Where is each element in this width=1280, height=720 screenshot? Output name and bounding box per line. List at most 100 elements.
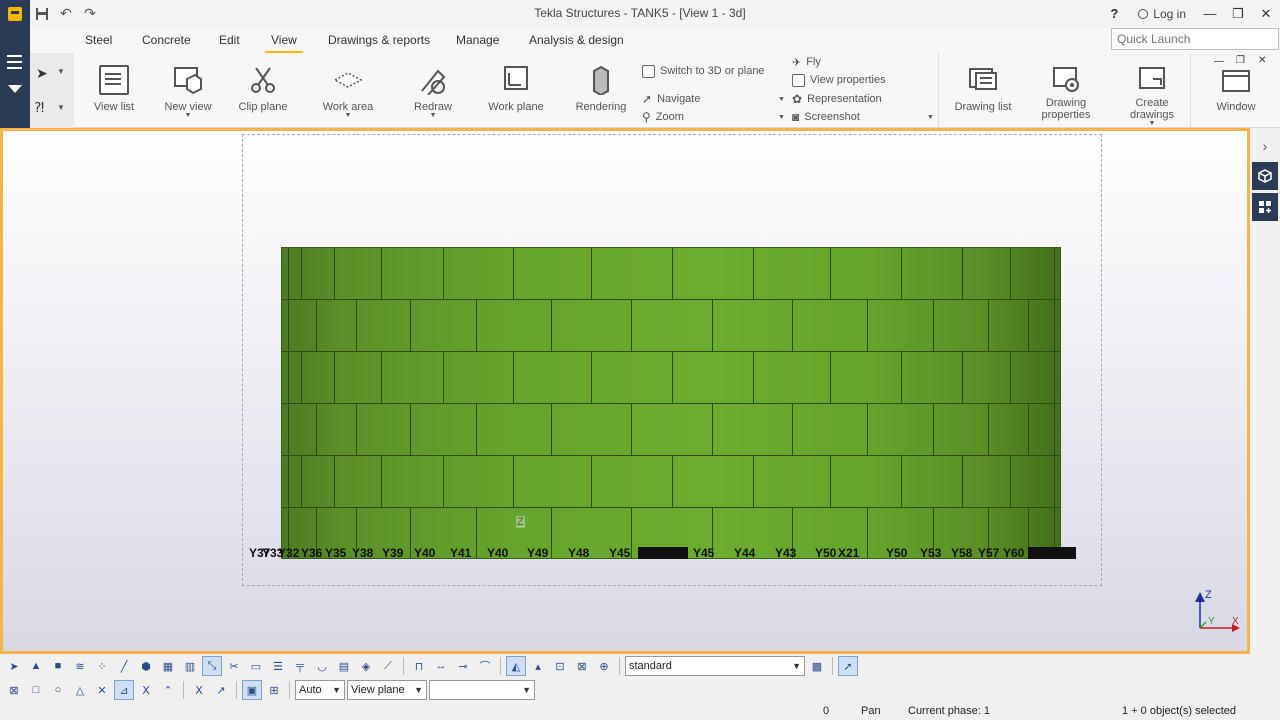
select-surface-icon[interactable]: ◡ [312, 656, 332, 676]
screenshot-button[interactable]: ◙ Screenshot [792, 109, 860, 125]
snap-grid-icon[interactable]: ⊞ [264, 680, 284, 700]
select-cuts-icon[interactable]: ✂ [224, 656, 244, 676]
select-parts-icon[interactable]: ▲ [26, 656, 46, 676]
tab-steel[interactable]: Steel [85, 33, 112, 47]
work-area-dropdown-icon[interactable]: ▼ [345, 112, 352, 119]
redraw-button[interactable]: Redraw ▼ [408, 53, 458, 128]
tab-manage[interactable]: Manage [456, 33, 499, 47]
snap-nearest-icon[interactable]: ⌃ [158, 680, 178, 700]
plane-mode-select[interactable]: View plane ▼ [347, 680, 427, 700]
applications-pane-button[interactable] [1252, 193, 1278, 221]
tab-drawings-reports[interactable]: Drawings & reports [328, 33, 430, 47]
select-dropdown-icon[interactable]: ▼ [57, 67, 65, 76]
app-logo[interactable] [0, 0, 30, 27]
tank-shell[interactable] [281, 247, 1061, 559]
tab-concrete[interactable]: Concrete [142, 33, 191, 47]
expand-pane-icon[interactable]: › [1252, 132, 1278, 160]
snap-x-icon[interactable]: ✕ [92, 680, 112, 700]
view-properties-button[interactable]: View properties [792, 72, 886, 88]
snap-zoom-icon[interactable]: ⊕ [594, 656, 614, 676]
snap-mode-select[interactable]: Auto ▼ [295, 680, 345, 700]
close-button[interactable]: ✕ [1252, 0, 1280, 27]
navigate-button[interactable]: ➚ Navigate [642, 91, 700, 107]
select-all-icon[interactable]: ➤ [4, 656, 24, 676]
switch-3d-button[interactable]: Switch to 3D or plane [642, 63, 765, 79]
status-phase[interactable]: Current phase: 1 [908, 705, 990, 717]
drawing-list-button[interactable]: Drawing list [952, 53, 1014, 128]
snap-square-icon[interactable]: □ [26, 680, 46, 700]
snap-cross-icon[interactable]: ⊠ [4, 680, 24, 700]
redraw-dropdown-icon[interactable]: ▼ [430, 112, 437, 119]
zoom-button[interactable]: ⚲ Zoom [642, 109, 684, 125]
save-icon[interactable] [30, 0, 54, 27]
snap-circle-icon[interactable]: ○ [48, 680, 68, 700]
view-list-button[interactable]: View list [90, 53, 138, 128]
select-mode-icon[interactable]: ➚ [838, 656, 858, 676]
select-points-icon[interactable]: ⁘ [92, 656, 112, 676]
work-area-button[interactable]: Work area ▼ [318, 53, 378, 128]
snap-override-icon[interactable]: ▣ [242, 680, 262, 700]
snap-points-icon[interactable]: ▴ [528, 656, 548, 676]
snap-intersection-icon[interactable]: Ⅹ [136, 680, 156, 700]
select-edges-icon[interactable]: ⟋ [378, 656, 398, 676]
new-view-button[interactable]: New view ▼ [162, 53, 214, 128]
extra-mode-select[interactable]: ▼ [429, 680, 535, 700]
select-pour-icon[interactable]: ▤ [334, 656, 354, 676]
select-grid-lines-icon[interactable]: ▥ [180, 656, 200, 676]
screenshot-dropdown-icon[interactable]: ▼ [927, 114, 934, 121]
filter-settings-icon[interactable]: ▩ [807, 656, 827, 676]
work-plane-button[interactable]: Work plane [486, 53, 546, 128]
rendering-button[interactable]: Rendering [572, 53, 630, 128]
snap-reference-icon[interactable]: ⊓ [409, 656, 429, 676]
help-button[interactable]: ? [1100, 0, 1128, 27]
login-button[interactable]: Log in [1128, 7, 1196, 21]
create-drawings-dropdown-icon[interactable]: ▼ [1149, 120, 1156, 127]
view-minimize-icon[interactable]: — [1214, 56, 1224, 67]
representation-button[interactable]: ✿ Representation [792, 91, 882, 107]
snap-triangle-icon[interactable]: △ [70, 680, 90, 700]
redo-icon[interactable]: ↷ [78, 0, 102, 27]
view-close-icon[interactable]: ✕ [1258, 55, 1266, 66]
select-grids-icon[interactable]: ≋ [70, 656, 90, 676]
new-view-dropdown-icon[interactable]: ▼ [185, 112, 192, 119]
zoom-dropdown-icon[interactable]: ▼ [778, 114, 785, 121]
snap-extension-icon[interactable]: ⊠ [572, 656, 592, 676]
snap-center-icon[interactable]: ⊡ [550, 656, 570, 676]
snap-line-icon[interactable]: ↗ [211, 680, 231, 700]
select-lines-icon[interactable]: ╱ [114, 656, 134, 676]
drawing-properties-button[interactable]: Drawing properties [1036, 53, 1096, 128]
navigate-dropdown-icon[interactable]: ▼ [778, 96, 785, 103]
tab-edit[interactable]: Edit [219, 33, 240, 47]
snap-perpendicular-icon[interactable]: ⊿ [114, 680, 134, 700]
selection-filter-select[interactable]: standard ▼ [625, 656, 805, 676]
tab-analysis-design[interactable]: Analysis & design [529, 33, 624, 47]
property-pane-button[interactable] [1252, 162, 1278, 190]
snap-end-icon[interactable]: ↔ [431, 656, 451, 676]
select-welds-icon[interactable]: ⤡ [202, 656, 222, 676]
snap-arc-icon[interactable]: ⌒ [475, 656, 495, 676]
menu-caret-icon[interactable] [8, 85, 22, 93]
select-objects-icon[interactable]: ■ [48, 656, 68, 676]
select-arrow-icon[interactable]: ➤ [36, 65, 48, 82]
tab-view[interactable]: View [265, 33, 303, 54]
quick-launch-input[interactable] [1111, 28, 1279, 50]
clip-plane-button[interactable]: Clip plane [236, 53, 290, 128]
fly-button[interactable]: ✈ Fly [792, 54, 821, 70]
snap-free-icon[interactable]: Ⅹ [189, 680, 209, 700]
select-layers-icon[interactable]: ◈ [356, 656, 376, 676]
restore-button[interactable]: ❐ [1224, 0, 1252, 27]
select-views-icon[interactable]: ▭ [246, 656, 266, 676]
select-assemblies-icon[interactable]: ⬢ [136, 656, 156, 676]
select-reinforcement-icon[interactable]: ╤ [290, 656, 310, 676]
minimize-button[interactable]: — [1196, 0, 1224, 27]
select-components-icon[interactable]: ▦ [158, 656, 178, 676]
select-bolts-icon[interactable]: ☰ [268, 656, 288, 676]
view-restore-icon[interactable]: ❐ [1236, 55, 1245, 66]
snap-mid-icon[interactable]: ⊸ [453, 656, 473, 676]
whats-this-icon[interactable]: ⁈ [34, 99, 44, 116]
hamburger-menu-icon[interactable] [7, 55, 22, 73]
create-drawings-button[interactable]: Create drawings ▼ [1122, 53, 1182, 128]
snap-geometry-icon[interactable]: ◭ [506, 656, 526, 676]
undo-icon[interactable]: ↶ [54, 0, 78, 27]
help-dropdown-icon[interactable]: ▼ [57, 103, 65, 112]
